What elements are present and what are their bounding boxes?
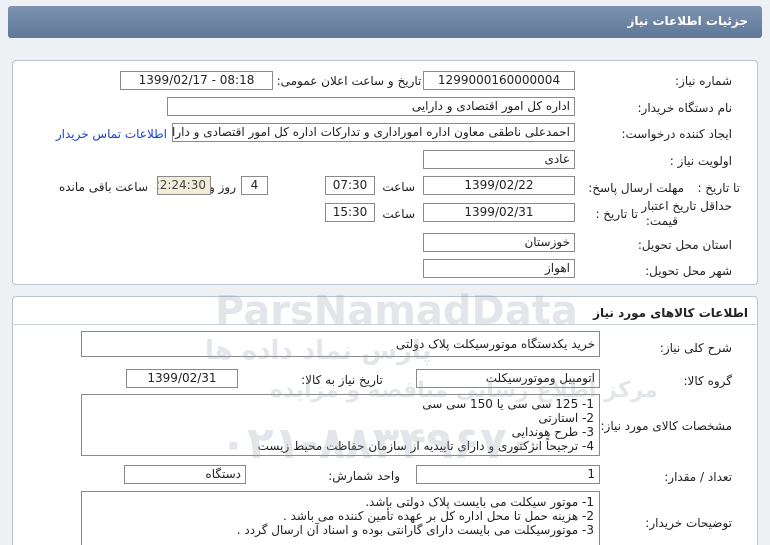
- specs-box: 1- 125 سی سی یا 150 سی سی 2- استارتی 3- …: [81, 394, 600, 456]
- title-bar-inner: جزئیات اطلاعات نیاز: [8, 6, 762, 38]
- validity-label-1: حداقل تاریخ اعتبار: [641, 199, 732, 213]
- buyer-field: اداره کل امور اقتصادی و دارایی: [167, 97, 575, 116]
- specs-line: 4- ترجیحاً انژکتوری و دارای تاییدیه از س…: [257, 439, 594, 453]
- announce-label: تاریخ و ساعت اعلان عمومی:: [276, 74, 422, 88]
- province-label: استان محل تحویل:: [637, 238, 732, 252]
- general-desc-label: شرح کلی نیاز:: [659, 341, 732, 355]
- buyer-notes-label: توضیحات خریدار:: [645, 516, 732, 530]
- specs-label: مشخصات کالای مورد نیاز:: [600, 419, 732, 433]
- goods-group-label: گروه کالا:: [683, 374, 733, 388]
- need-number-field: 1299000160000004: [423, 71, 575, 90]
- buyer-label: نام دستگاه خریدار:: [637, 101, 733, 115]
- send-time-label: ساعت: [382, 180, 415, 194]
- contact-buyer-link[interactable]: اطلاعات تماس خریدار: [56, 127, 167, 141]
- section-divider: [14, 324, 756, 325]
- validity-to-date-label: تا تاریخ :: [595, 207, 638, 221]
- validity-time-field: 15:30: [325, 203, 375, 222]
- quantity-field: 1: [416, 465, 600, 484]
- buyer-notes-box: 1- موتور سیکلت می بایست پلاک دولتی باشد.…: [81, 491, 600, 545]
- send-deadline-label: مهلت ارسال پاسخ:: [588, 181, 684, 195]
- validity-date-field: 1399/02/31: [423, 203, 575, 222]
- goods-section-title: اطلاعات کالاهای مورد نیاز: [593, 306, 748, 320]
- specs-line: 2- استارتی: [538, 411, 594, 425]
- city-field: اهواز: [423, 259, 575, 278]
- remaining-time-field: 22:24:30: [157, 176, 211, 195]
- need-date-field: 1399/02/31: [126, 369, 238, 388]
- remaining-time-label: ساعت باقی مانده: [58, 180, 148, 194]
- quantity-label: تعداد / مقدار:: [664, 470, 732, 484]
- send-time-field: 07:30: [325, 176, 375, 195]
- general-desc-field: خرید یکدستگاه موتورسیکلت پلاک دولتی: [81, 331, 600, 357]
- buyer-notes-line: 2- هزینه حمل تا محل اداره کل بر عهده تأم…: [282, 509, 594, 523]
- need-number-label: شماره نیاز:: [675, 74, 732, 88]
- unit-field: دستگاه: [124, 465, 246, 484]
- goods-group-field: اتومبیل وموتورسیکلت: [416, 369, 600, 388]
- announce-field: 1399/02/17 - 08:18: [120, 71, 273, 90]
- days-remaining-field: 4: [241, 176, 268, 195]
- city-label: شهر محل تحویل:: [645, 264, 732, 278]
- validity-time-label: ساعت: [382, 207, 415, 221]
- province-field: خوزستان: [423, 233, 575, 252]
- priority-label: اولویت نیاز :: [669, 154, 732, 168]
- title-bar: جزئیات اطلاعات نیاز: [0, 0, 770, 44]
- creator-label: ایجاد کننده درخواست:: [621, 127, 732, 141]
- need-date-label: تاریخ نیاز به کالا:: [301, 373, 383, 387]
- send-date-field: 1399/02/22: [423, 176, 575, 195]
- buyer-notes-line: 3- موتورسیکلت می بایست دارای گارانتی بود…: [236, 523, 594, 537]
- specs-line: 3- طرح هوندایی: [511, 425, 594, 439]
- unit-label: واحد شمارش:: [328, 469, 400, 483]
- validity-label-2: قیمت:: [645, 214, 678, 228]
- page-title: جزئیات اطلاعات نیاز: [627, 14, 748, 28]
- send-to-date-label: تا تاریخ :: [697, 181, 740, 195]
- creator-field: احمدعلی ناطقی معاون اداره اموراداری و تد…: [172, 123, 575, 142]
- priority-field: عادی: [423, 150, 575, 169]
- specs-line: 1- 125 سی سی یا 150 سی سی: [422, 397, 594, 411]
- buyer-notes-line: 1- موتور سیکلت می بایست پلاک دولتی باشد.: [365, 495, 594, 509]
- days-label: روز و: [209, 180, 236, 194]
